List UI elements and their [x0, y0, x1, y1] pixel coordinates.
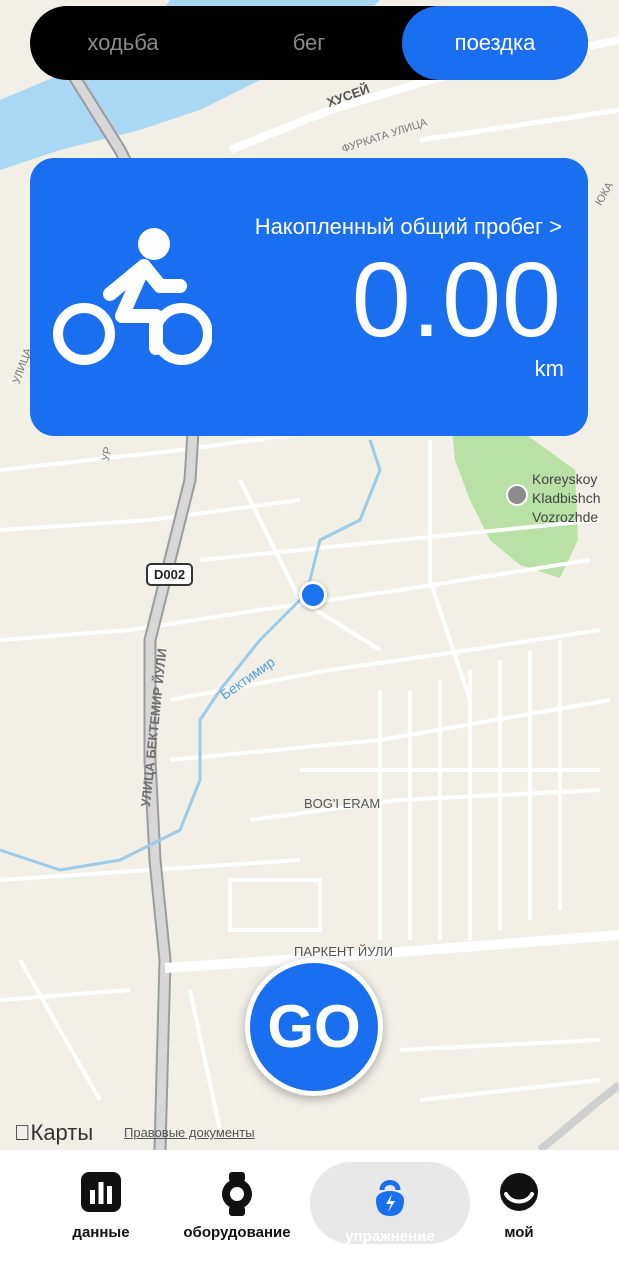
tab-profile[interactable]: мой [454, 1158, 584, 1248]
maps-attribution: Карты [14, 1120, 93, 1145]
total-mileage-value: 0.00 [351, 241, 562, 359]
kettlebell-icon [376, 1180, 404, 1216]
apple-logo-icon:  [14, 1120, 31, 1145]
road-code-badge: D002 [146, 563, 194, 586]
total-mileage-card[interactable]: Накопленный общий пробег > 0.00 km [30, 158, 588, 436]
tab-exercise[interactable]: упражнение [310, 1162, 470, 1245]
tab-profile-label: мой [504, 1224, 534, 1241]
poi-line-2: Kladbishch [532, 490, 601, 506]
bar-chart-icon [81, 1172, 121, 1212]
tab-equipment-label: оборудование [183, 1224, 291, 1241]
mode-tab-walk[interactable]: ходьба [30, 6, 216, 80]
activity-mode-switch: ходьба бег поездка [30, 6, 588, 80]
total-mileage-title[interactable]: Накопленный общий пробег > [255, 214, 562, 240]
current-location-dot [299, 581, 327, 609]
go-button[interactable]: GO [245, 958, 383, 1096]
poi-line-3: Vozrozhde [532, 509, 599, 525]
tab-equipment[interactable]: оборудование [172, 1158, 302, 1248]
legal-link[interactable]: Правовые документы [124, 1125, 255, 1140]
cemetery-pin-icon[interactable] [506, 484, 528, 506]
bottom-tab-bar: данные оборудование упражнение мой [0, 1150, 619, 1280]
poi-label[interactable]: Koreyskoy Kladbishch Vozrozhde [532, 470, 601, 527]
profile-icon [500, 1173, 538, 1211]
poi-line-1: Koreyskoy [532, 471, 598, 487]
street-label-parkent: ПАРКЕНТ ЙУЛИ [294, 944, 393, 959]
mode-tab-ride[interactable]: поездка [402, 6, 588, 80]
mode-tab-run[interactable]: бег [216, 6, 402, 80]
total-mileage-unit: km [534, 356, 564, 381]
tab-exercise-label: упражнение [345, 1228, 435, 1245]
street-label-ur: УР [100, 445, 115, 463]
area-label: BOG'I ERAM [304, 796, 381, 811]
tab-data[interactable]: данные [36, 1158, 166, 1248]
tab-data-label: данные [72, 1224, 130, 1241]
watch-icon [222, 1172, 252, 1216]
cyclist-icon [53, 228, 212, 365]
